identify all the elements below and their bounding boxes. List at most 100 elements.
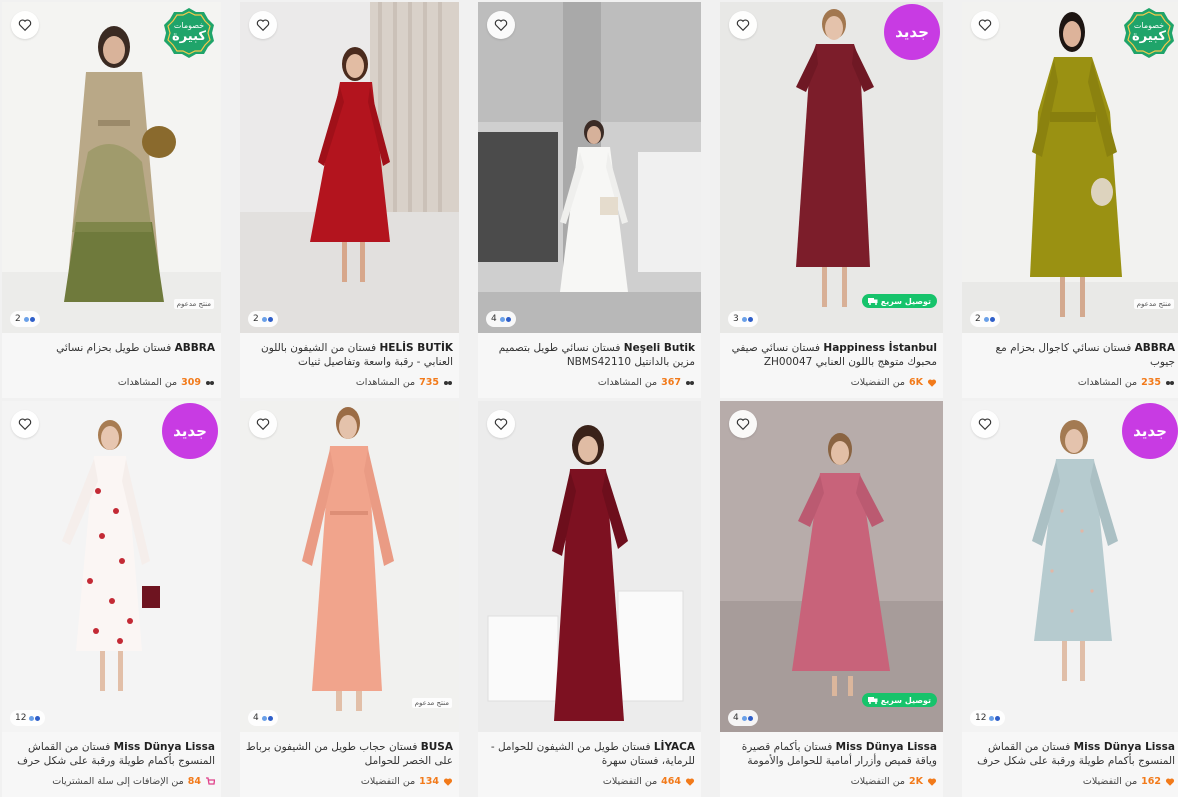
product-card[interactable]: خصومات كبيرة منتج مدعوم 2 ABBRA فستان طوي… xyxy=(2,2,221,398)
product-image[interactable]: 2 xyxy=(240,2,459,333)
product-title[interactable]: Neşeli Butik فستان نسائي طويل بتصميم مزي… xyxy=(484,341,695,369)
heart-icon xyxy=(927,777,937,786)
cart-icon xyxy=(206,776,215,785)
social-proof: 235 من المشاهدات xyxy=(968,377,1175,388)
favorite-heart-icon[interactable] xyxy=(971,11,999,39)
sale-badge-line2: كبيرة xyxy=(172,29,206,45)
product-title[interactable]: LİYACA فستان طويل من الشيفون للحوامل - ل… xyxy=(484,740,695,768)
images-icon xyxy=(261,715,273,721)
product-card[interactable]: خصومات كبيرة منتج مدعوم 2 ABBRA فستان نسا… xyxy=(962,2,1178,398)
brand-name: ABBRA xyxy=(1134,342,1175,354)
brand-name: LİYACA xyxy=(653,741,695,753)
sponsored-label: منتج مدعوم xyxy=(173,299,214,309)
social-proof: 84 من الإضافات إلى سلة المشتريات xyxy=(8,776,215,787)
image-count: 2 xyxy=(248,311,278,327)
eyes-icon xyxy=(206,380,214,385)
sale-badge-line2: كبيرة xyxy=(1132,29,1166,45)
sponsored-label: منتج مدعوم xyxy=(1133,299,1174,309)
images-icon xyxy=(989,715,1001,721)
product-image[interactable]: جديد توصيل سريع 3 xyxy=(720,2,943,333)
images-icon xyxy=(983,316,995,322)
brand-name: Miss Dünya Lissa xyxy=(835,741,937,753)
fast-delivery-badge: توصيل سريع xyxy=(861,294,937,308)
product-card[interactable]: 2 HELİS BUTİK فستان من الشيفون باللون ال… xyxy=(240,2,459,398)
heart-icon xyxy=(443,777,453,786)
product-card[interactable]: توصيل سريع 4 Miss Dünya Lissa فستان بأكم… xyxy=(720,401,943,797)
truck-icon xyxy=(867,696,878,704)
product-card[interactable]: جديد توصيل سريع 3 Happiness İstanbul فست… xyxy=(720,2,943,398)
product-title[interactable]: Happiness İstanbul فستان نسائي صيفي محبو… xyxy=(726,341,937,369)
product-title[interactable]: Miss Dünya Lissa فستان بأكمام قصيرة وياق… xyxy=(726,740,937,768)
product-photo xyxy=(240,401,459,732)
image-count: 12 xyxy=(10,710,46,726)
brand-name: HELİS BUTİK xyxy=(379,342,453,354)
favorite-heart-icon[interactable] xyxy=(729,11,757,39)
social-proof: 162 من التفضيلات xyxy=(968,776,1175,787)
product-title[interactable]: ABBRA فستان نسائي كاجوال بحزام مع جيوب xyxy=(968,341,1175,369)
product-title[interactable]: BUSA فستان حجاب طويل من الشيفون برباط عل… xyxy=(246,740,453,768)
product-image[interactable]: توصيل سريع 4 xyxy=(720,401,943,732)
favorite-heart-icon[interactable] xyxy=(971,410,999,438)
product-image[interactable]: جديد 12 xyxy=(2,401,221,732)
product-card[interactable]: جديد 12 Miss Dünya Lissa فستان من القماش… xyxy=(962,401,1178,797)
fast-delivery-badge: توصيل سريع xyxy=(861,693,937,707)
heart-icon xyxy=(927,378,937,387)
eyes-icon xyxy=(686,380,694,385)
new-badge: جديد xyxy=(1122,403,1178,459)
social-proof: 134 من التفضيلات xyxy=(246,776,453,787)
product-title[interactable]: Miss Dünya Lissa فستان من القماش المنسوج… xyxy=(968,740,1175,768)
product-photo xyxy=(240,2,459,333)
product-card[interactable]: 4 Neşeli Butik فستان نسائي طويل بتصميم م… xyxy=(478,2,701,398)
favorite-heart-icon[interactable] xyxy=(487,11,515,39)
image-count: 3 xyxy=(728,311,758,327)
social-proof: 367 من المشاهدات xyxy=(484,377,695,388)
brand-name: Miss Dünya Lissa xyxy=(113,741,215,753)
big-discounts-badge: خصومات كبيرة xyxy=(163,7,215,59)
product-image[interactable]: خصومات كبيرة منتج مدعوم 2 xyxy=(962,2,1178,333)
brand-name: Miss Dünya Lissa xyxy=(1073,741,1175,753)
sponsored-label: منتج مدعوم xyxy=(411,698,452,708)
brand-name: ABBRA xyxy=(174,342,215,354)
product-photo xyxy=(478,2,701,333)
product-grid: خصومات كبيرة منتج مدعوم 2 ABBRA فستان طوي… xyxy=(0,0,1178,797)
product-image[interactable] xyxy=(478,401,701,732)
product-card[interactable]: جديد 12 Miss Dünya Lissa فستان من القماش… xyxy=(2,401,221,797)
images-icon xyxy=(741,715,753,721)
favorite-heart-icon[interactable] xyxy=(249,410,277,438)
favorite-heart-icon[interactable] xyxy=(11,11,39,39)
product-name: فستان طويل بحزام نسائي xyxy=(56,342,172,354)
heart-icon xyxy=(1165,777,1175,786)
images-icon xyxy=(499,316,511,322)
product-photo xyxy=(720,401,943,732)
images-icon xyxy=(29,715,41,721)
brand-name: Neşeli Butik xyxy=(623,342,695,354)
image-count: 4 xyxy=(728,710,758,726)
favorite-heart-icon[interactable] xyxy=(11,410,39,438)
product-card[interactable]: LİYACA فستان طويل من الشيفون للحوامل - ل… xyxy=(478,401,701,797)
social-proof: 309 من المشاهدات xyxy=(8,377,215,388)
social-proof: 464 من التفضيلات xyxy=(484,776,695,787)
product-card[interactable]: منتج مدعوم 4 BUSA فستان حجاب طويل من الش… xyxy=(240,401,459,797)
image-count: 4 xyxy=(486,311,516,327)
favorite-heart-icon[interactable] xyxy=(249,11,277,39)
images-icon xyxy=(261,316,273,322)
favorite-heart-icon[interactable] xyxy=(487,410,515,438)
product-image[interactable]: جديد 12 xyxy=(962,401,1178,732)
favorite-heart-icon[interactable] xyxy=(729,410,757,438)
product-title[interactable]: ABBRA فستان طويل بحزام نسائي xyxy=(8,341,215,369)
image-count: 12 xyxy=(970,710,1006,726)
images-icon xyxy=(741,316,753,322)
images-icon xyxy=(23,316,35,322)
product-title[interactable]: HELİS BUTİK فستان من الشيفون باللون العن… xyxy=(246,341,453,369)
product-image[interactable]: 4 xyxy=(478,2,701,333)
product-photo xyxy=(478,401,701,732)
big-discounts-badge: خصومات كبيرة xyxy=(1123,7,1175,59)
image-count: 2 xyxy=(10,311,40,327)
eyes-icon xyxy=(444,380,452,385)
new-badge: جديد xyxy=(162,403,218,459)
product-image[interactable]: منتج مدعوم 4 xyxy=(240,401,459,732)
product-image[interactable]: خصومات كبيرة منتج مدعوم 2 xyxy=(2,2,221,333)
new-badge: جديد xyxy=(884,4,940,60)
truck-icon xyxy=(867,297,878,305)
product-title[interactable]: Miss Dünya Lissa فستان من القماش المنسوج… xyxy=(8,740,215,768)
